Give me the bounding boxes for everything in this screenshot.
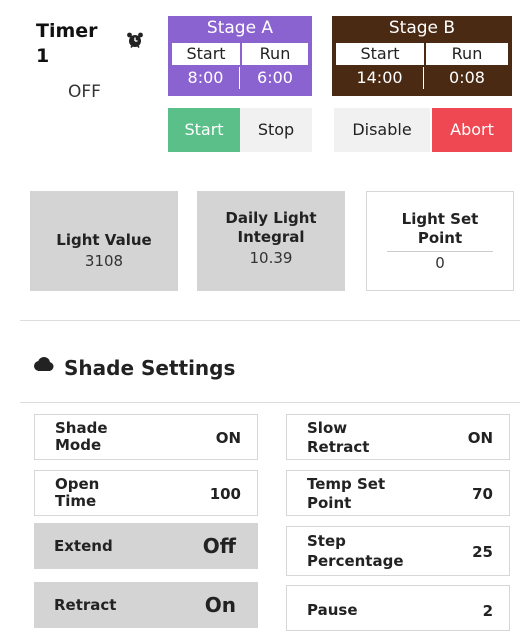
step-percentage-value: 25 — [472, 543, 493, 561]
stage-b-title: Stage B — [388, 18, 456, 38]
daily-light-integral-card: Daily Light Integral 10.39 — [197, 191, 345, 291]
shade-mode-value: ON — [215, 429, 241, 447]
retract-value: On — [204, 593, 236, 617]
stage-a-start-header: Start — [172, 43, 240, 65]
stage-b-panel: Stage B Start Run 14:00 0:08 — [332, 16, 512, 96]
light-value-card: Light Value 3108 — [30, 191, 178, 291]
row-label: Pause — [307, 601, 358, 619]
dli-value: 10.39 — [249, 249, 293, 267]
stage-b-start-header: Start — [336, 43, 424, 65]
row-label: Step — [307, 532, 346, 550]
disable-button[interactable]: Disable — [334, 108, 430, 152]
open-time-row[interactable]: Open Time 100 — [34, 470, 258, 516]
section-divider — [20, 402, 520, 403]
timer-status: OFF — [68, 82, 101, 102]
row-label: Point — [307, 494, 352, 512]
slow-retract-row[interactable]: Slow Retract ON — [286, 414, 510, 460]
stage-b-start-value[interactable]: 14:00 — [336, 67, 424, 89]
stage-b-run-header: Run — [426, 43, 508, 65]
timer-number: 1 — [36, 45, 50, 67]
pause-value: 2 — [482, 602, 493, 620]
stage-a-start-value[interactable]: 8:00 — [172, 67, 240, 89]
pause-row[interactable]: Pause 2 — [286, 585, 510, 631]
alarm-clock-icon — [127, 32, 143, 48]
start-button[interactable]: Start — [168, 108, 240, 152]
step-percentage-row[interactable]: Step Percentage 25 — [286, 526, 510, 576]
slow-retract-value: ON — [467, 429, 493, 447]
light-set-point-card[interactable]: Light Set Point 0 — [366, 191, 514, 291]
row-label: Extend — [54, 537, 113, 555]
temp-set-point-row[interactable]: Temp Set Point 70 — [286, 470, 510, 516]
row-label: Slow — [307, 419, 348, 437]
shade-settings-title: Shade Settings — [64, 356, 236, 380]
extend-value: Off — [202, 534, 236, 558]
setpoint-label-line1: Light Set — [401, 210, 479, 228]
row-label: Temp Set — [307, 475, 386, 493]
stage-a-panel: Stage A Start Run 8:00 6:00 — [168, 16, 312, 96]
dli-label-line1: Daily Light — [225, 209, 317, 227]
row-label: Retract — [54, 596, 117, 614]
setpoint-divider — [387, 251, 493, 252]
section-divider — [20, 320, 520, 321]
abort-button[interactable]: Abort — [432, 108, 512, 152]
stop-button[interactable]: Stop — [240, 108, 312, 152]
timer-title: Timer — [36, 20, 98, 42]
light-value: 3108 — [84, 252, 124, 270]
row-label: Open — [55, 475, 100, 493]
stage-b-run-value[interactable]: 0:08 — [426, 67, 508, 89]
shade-mode-row[interactable]: Shade Mode ON — [34, 414, 258, 460]
row-label: Mode — [55, 436, 102, 454]
setpoint-value[interactable]: 0 — [367, 254, 513, 272]
light-value-label: Light Value — [56, 231, 152, 249]
open-time-value: 100 — [209, 485, 241, 503]
stage-a-title: Stage A — [206, 18, 274, 38]
stage-a-run-header: Run — [242, 43, 308, 65]
extend-button[interactable]: Extend Off — [34, 523, 258, 569]
cloud-icon — [34, 357, 54, 371]
row-label: Time — [55, 492, 97, 510]
row-label: Shade — [55, 419, 108, 437]
temp-set-point-value: 70 — [472, 485, 493, 503]
setpoint-label-line2: Point — [417, 229, 463, 247]
row-label: Retract — [307, 438, 370, 456]
retract-button[interactable]: Retract On — [34, 582, 258, 628]
dli-label-line2: Integral — [237, 228, 305, 246]
row-label: Percentage — [307, 552, 404, 570]
stage-a-run-value[interactable]: 6:00 — [242, 67, 308, 89]
